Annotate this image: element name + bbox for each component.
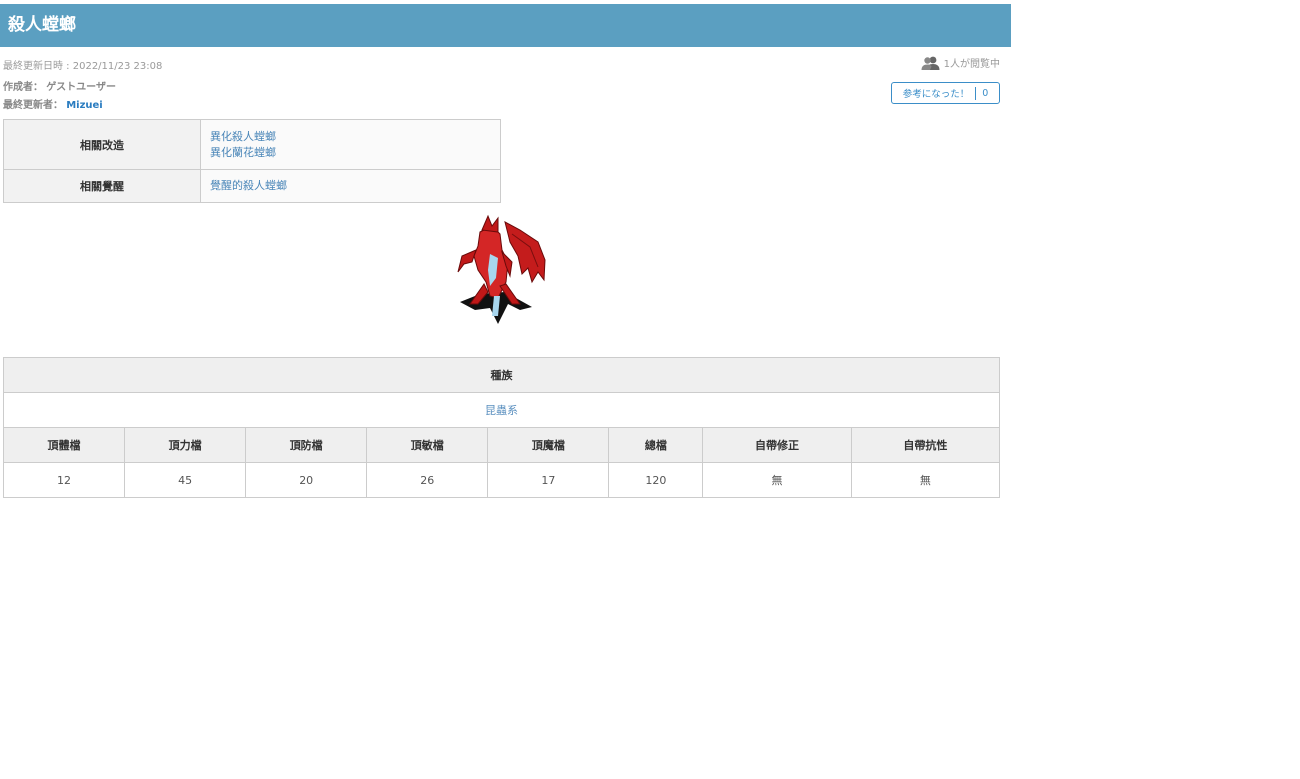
remodel-link-1[interactable]: 異化殺人螳螂	[210, 129, 500, 145]
editor-line: 最終更新者： Mizuei	[3, 96, 103, 111]
author-label: 作成者：	[3, 82, 43, 93]
table-row: 種族	[3, 357, 1000, 393]
editor-link[interactable]: Mizuei	[66, 100, 103, 111]
users-icon	[921, 56, 940, 70]
stat-value-str: 45	[124, 462, 247, 498]
table-row: 相關覺醒 覺醒的殺人螳螂	[3, 169, 501, 203]
stat-header-hp: 頂體檔	[2, 427, 126, 463]
helpful-button[interactable]: 参考になった！ 0	[891, 82, 1000, 104]
stat-header-total: 總檔	[608, 427, 704, 463]
stat-header-def: 頂防檔	[245, 427, 368, 463]
red-mantis-monster-sprite	[457, 214, 546, 324]
stat-value-def: 20	[245, 462, 368, 498]
table-row: 相關改造 異化殺人螳螂 異化蘭花螳螂	[3, 119, 501, 170]
stat-header-resistance: 自帶抗性	[850, 427, 1001, 463]
helpful-button-label: 参考になった！	[902, 89, 970, 100]
awaken-link-cell: 覺醒的殺人螳螂	[200, 169, 501, 203]
stat-header-str: 頂力檔	[124, 427, 247, 463]
helpful-divider	[975, 86, 977, 100]
stat-value-resistance: 無	[850, 462, 1001, 498]
race-header: 種族	[3, 357, 1000, 393]
stat-value-total: 120	[608, 462, 704, 498]
table-row: 昆蟲系	[3, 392, 1000, 428]
related-table: 相關改造 異化殺人螳螂 異化蘭花螳螂 相關覺醒 覺醒的殺人螳螂	[3, 119, 501, 203]
race-value[interactable]: 昆蟲系	[3, 392, 1000, 428]
stat-header-agi: 頂敏檔	[366, 427, 489, 463]
remodel-link-2[interactable]: 異化蘭花螳螂	[210, 145, 500, 161]
editor-label: 最終更新者：	[3, 100, 63, 111]
awaken-label: 相關覺醒	[3, 169, 201, 203]
stats-table: 種族 昆蟲系 頂體檔 頂力檔 頂防檔 頂敏檔 頂魔檔 總檔 自帶修正 自帶抗性 …	[2, 357, 1001, 498]
stat-value-agi: 26	[366, 462, 489, 498]
table-row: 12 45 20 26 17 120 無 無	[2, 462, 1001, 498]
viewer-count: 1人が閲覧中	[921, 55, 1000, 70]
last-updated-time: 最終更新日時 : 2022/11/23 23:08	[3, 61, 163, 72]
stat-value-hp: 12	[2, 462, 126, 498]
helpful-count: 0	[982, 87, 989, 99]
awaken-link[interactable]: 覺醒的殺人螳螂	[210, 178, 500, 194]
viewer-count-text: 1人が閲覧中	[943, 59, 1000, 70]
stat-value-modifier: 無	[702, 462, 852, 498]
remodel-links-cell: 異化殺人螳螂 異化蘭花螳螂	[200, 119, 501, 170]
author-name: ゲストユーザー	[46, 82, 116, 93]
table-row: 頂體檔 頂力檔 頂防檔 頂敏檔 頂魔檔 總檔 自帶修正 自帶抗性	[2, 427, 1001, 463]
stat-value-int: 17	[487, 462, 610, 498]
page-title: 殺人螳螂	[8, 15, 76, 35]
page-header: 殺人螳螂	[0, 4, 1011, 47]
author-line: 作成者： ゲストユーザー	[3, 78, 116, 93]
stat-header-modifier: 自帶修正	[702, 427, 852, 463]
stat-header-int: 頂魔檔	[487, 427, 610, 463]
monster-sprite	[450, 212, 550, 327]
remodel-label: 相關改造	[3, 119, 201, 170]
